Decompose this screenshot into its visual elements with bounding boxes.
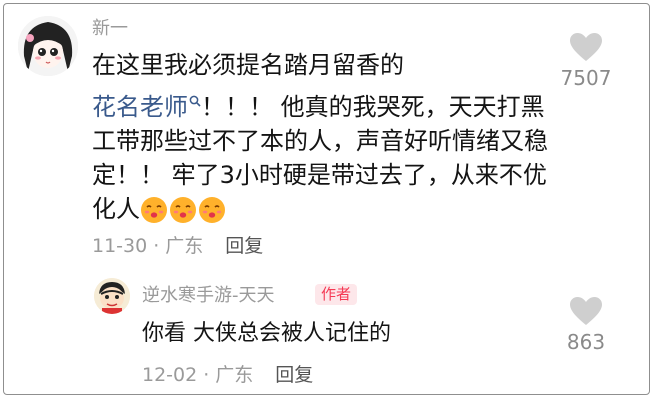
reply-meta: 12-02 · 广东 回复 [142, 363, 313, 387]
reply-button[interactable]: 回复 [275, 364, 313, 386]
anime-girl-avatar-icon [18, 16, 78, 76]
emoji-group [140, 196, 227, 233]
like-count: 7507 [560, 66, 612, 90]
like-button[interactable]: 7507 [556, 32, 616, 90]
reply-avatar[interactable] [94, 278, 130, 314]
comment-text: 在这里我必须提名踏月留香的 花名老师！！！ 他真的我哭死，天天打黑工带那些过不了… [92, 48, 562, 233]
mention-link[interactable]: 花名老师 [92, 93, 201, 121]
kiss-emoji-icon [170, 197, 196, 223]
comment-location: 广东 [165, 235, 204, 257]
comment-username[interactable]: 新一 [92, 18, 128, 40]
reply-date: 12-02 [142, 364, 198, 386]
reply-text: 你看 大侠总会被人记住的 [142, 321, 391, 346]
author-badge: 作者 [315, 284, 358, 305]
search-icon [189, 82, 201, 116]
avatar[interactable] [18, 16, 78, 76]
meta-separator: · [203, 364, 210, 386]
reply-location: 广东 [215, 364, 254, 386]
comment-meta: 11-30 · 广东 回复 [92, 234, 263, 258]
meta-separator: · [153, 235, 160, 257]
kiss-emoji-icon [141, 197, 167, 223]
reply-button[interactable]: 回复 [225, 235, 263, 257]
mention-label: 花名老师 [92, 93, 188, 121]
kiss-emoji-icon [199, 197, 225, 223]
cartoon-boy-avatar-icon [94, 278, 130, 314]
reply-like-button[interactable]: 863 [556, 296, 616, 354]
comment-text-line1: 在这里我必须提名踏月留香的 [92, 51, 404, 79]
comment-thread: 新一 在这里我必须提名踏月留香的 花名老师！！！ 他真的我哭死，天天打黑工带那些… [3, 3, 650, 395]
comment-date: 11-30 [92, 235, 148, 257]
heart-icon [570, 33, 602, 61]
heart-icon [570, 297, 602, 325]
reply-like-count: 863 [566, 330, 606, 354]
reply-username[interactable]: 逆水寒手游-天天 [142, 285, 275, 307]
